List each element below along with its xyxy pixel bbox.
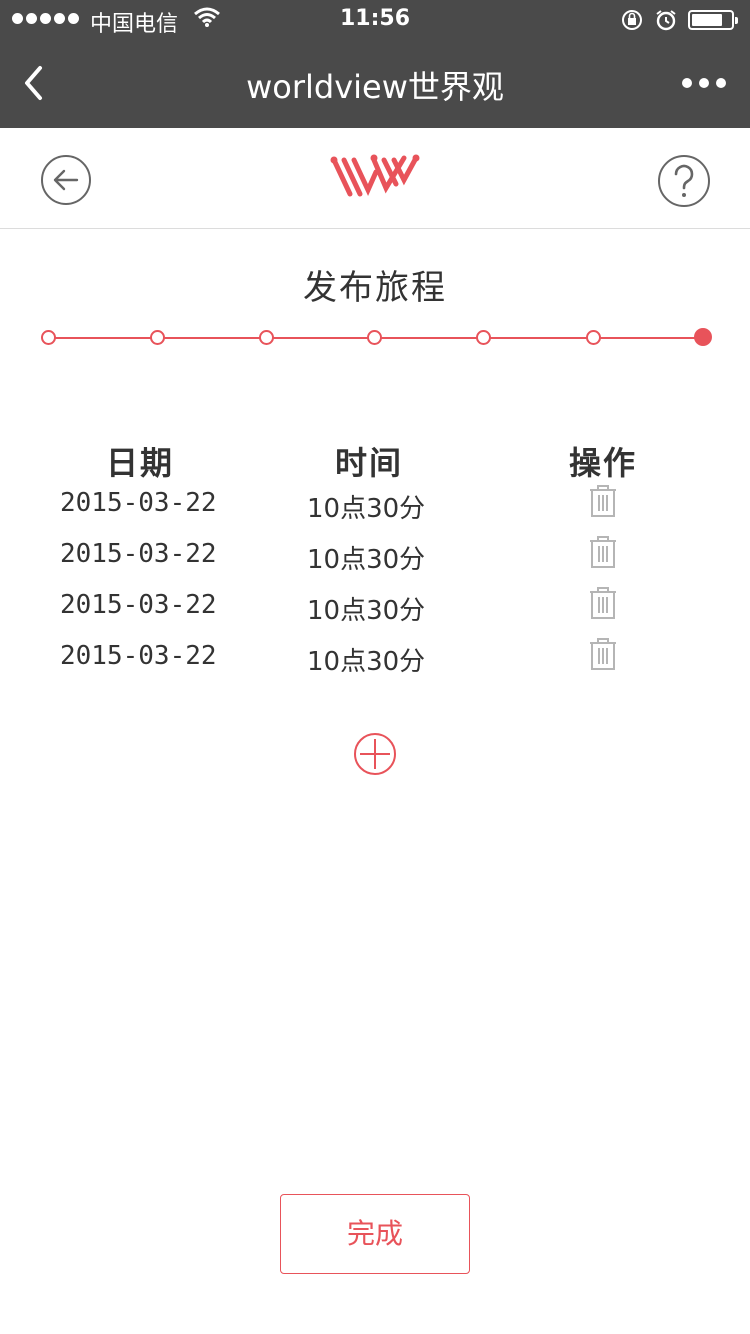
nav-bar: worldview世界观 (0, 40, 750, 128)
table-row: 2015-03-22 10点30分 (0, 536, 750, 590)
progress-step-1 (41, 330, 56, 345)
table-row: 2015-03-22 10点30分 (0, 485, 750, 539)
table-header: 日期 时间 操作 (0, 430, 750, 488)
page-header (0, 128, 750, 229)
row-date: 2015-03-22 (60, 641, 217, 671)
row-time: 10点30分 (307, 545, 426, 575)
table-row: 2015-03-22 10点30分 (0, 587, 750, 641)
trash-icon[interactable] (587, 535, 619, 573)
progress-step-7 (694, 328, 712, 346)
more-icon[interactable] (682, 78, 726, 88)
row-date: 2015-03-22 (60, 488, 217, 518)
row-time: 10点30分 (307, 647, 426, 677)
progress-step-5 (476, 330, 491, 345)
battery-icon (688, 10, 738, 30)
header-time: 时间 (335, 444, 404, 482)
table-row: 2015-03-22 10点30分 (0, 638, 750, 692)
progress-step-3 (259, 330, 274, 345)
arrow-left-circle-icon[interactable] (40, 154, 92, 210)
status-bar: 中国电信 11:56 (0, 0, 750, 40)
page-title: 发布旅程 (303, 268, 447, 308)
question-circle-icon[interactable] (657, 154, 711, 212)
header-date: 日期 (106, 444, 175, 482)
worldview-logo (330, 154, 420, 206)
row-time: 10点30分 (307, 494, 426, 524)
done-button[interactable]: 完成 (280, 1194, 470, 1274)
trash-icon[interactable] (587, 586, 619, 624)
header-actions: 操作 (569, 444, 638, 482)
row-date: 2015-03-22 (60, 539, 217, 569)
trash-icon[interactable] (587, 637, 619, 675)
row-time: 10点30分 (307, 596, 426, 626)
plus-circle-icon[interactable] (353, 732, 397, 780)
progress-step-2 (150, 330, 165, 345)
progress-step-6 (586, 330, 601, 345)
trash-icon[interactable] (587, 484, 619, 522)
itinerary-table: 日期 时间 操作 2015-03-22 10点30分 2015-03-22 10… (0, 430, 750, 692)
nav-title: worldview世界观 (246, 68, 504, 106)
progress-step-4 (367, 330, 382, 345)
alarm-icon (654, 8, 678, 36)
rotation-lock-icon (620, 8, 644, 36)
row-date: 2015-03-22 (60, 590, 217, 620)
